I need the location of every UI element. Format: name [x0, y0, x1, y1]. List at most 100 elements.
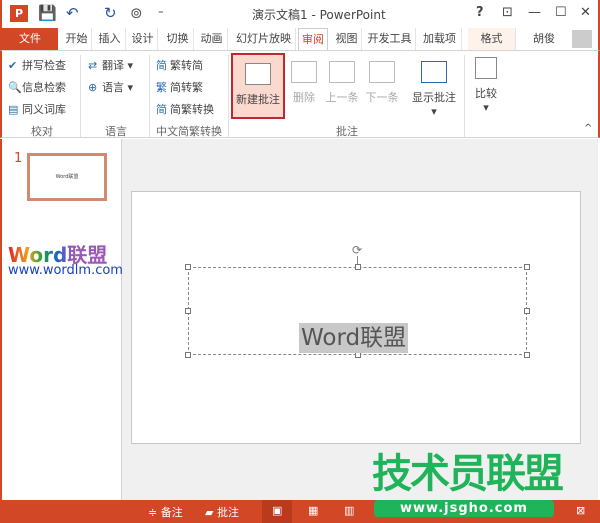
- resize-handle[interactable]: [355, 264, 361, 270]
- label: 同义词库: [22, 103, 66, 116]
- label: 繁转简: [170, 59, 203, 72]
- previous-comment-button[interactable]: 上一条: [323, 61, 361, 105]
- new-comment-button[interactable]: 新建批注: [231, 53, 285, 119]
- label: 简繁转换: [170, 103, 214, 116]
- text-box[interactable]: Word联盟: [185, 264, 530, 358]
- tab-design[interactable]: 设计: [128, 28, 158, 50]
- new-comment-icon: [245, 63, 271, 85]
- customize-toolbar-icon[interactable]: ⁼: [158, 7, 164, 20]
- label: 备注: [160, 506, 183, 519]
- minimize-button[interactable]: —: [528, 5, 541, 20]
- reading-view-icon[interactable]: ▥: [344, 504, 354, 517]
- compare-button[interactable]: 比较 ▾: [470, 57, 502, 114]
- label: 批注: [216, 506, 239, 519]
- window-title: 演示文稿1 - PowerPoint: [252, 8, 386, 22]
- fit-slide-icon[interactable]: ⊠: [576, 504, 585, 517]
- divider: [228, 55, 229, 137]
- slide-thumbnail-pane: 1 Word联盟 Word联盟 www.wordlm.com: [0, 139, 123, 500]
- label: 上一条: [325, 91, 359, 104]
- user-name[interactable]: 胡俊: [526, 28, 562, 50]
- tab-addins[interactable]: 加载项: [418, 28, 462, 50]
- spelling-icon: ✔: [8, 59, 18, 72]
- powerpoint-app-icon: P: [10, 5, 28, 22]
- tab-insert[interactable]: 插入: [94, 28, 126, 50]
- translate-button[interactable]: ⇄ 翻译 ▾: [88, 57, 133, 73]
- language-button[interactable]: ⊕ 语言 ▾: [88, 79, 133, 95]
- resize-handle[interactable]: [185, 352, 191, 358]
- slide-text-selected[interactable]: Word联盟: [299, 323, 409, 353]
- notes-button[interactable]: ≑ 备注: [148, 504, 183, 520]
- undo-icon[interactable]: ↶: [66, 4, 79, 22]
- thesaurus-button[interactable]: ▤ 同义词库: [8, 101, 66, 117]
- avatar[interactable]: [572, 30, 592, 48]
- title-bar: P 💾 ↶ ↻ ⊚ ⁼ 演示文稿1 - PowerPoint ? ⊡ — ☐ ✕: [0, 0, 600, 28]
- resize-handle[interactable]: [524, 264, 530, 270]
- tab-home[interactable]: 开始: [62, 28, 92, 50]
- label: 语言: [102, 81, 124, 94]
- collapse-ribbon-icon[interactable]: ^: [584, 123, 592, 134]
- spelling-button[interactable]: ✔ 拼写检查: [8, 57, 66, 73]
- divider: [80, 55, 81, 137]
- tab-developer[interactable]: 开发工具: [364, 28, 416, 50]
- group-label: 校对: [31, 125, 53, 138]
- label: 简转繁: [170, 81, 203, 94]
- tab-view[interactable]: 视图: [332, 28, 362, 50]
- tab-slideshow[interactable]: 幻灯片放映: [232, 28, 296, 50]
- group-label: 批注: [336, 125, 358, 138]
- trad-to-simp-button[interactable]: 简繁转简: [156, 57, 203, 73]
- jsgho-url: www.jsgho.com: [374, 500, 554, 517]
- label: 信息检索: [22, 81, 66, 94]
- tab-format[interactable]: 格式: [468, 28, 516, 50]
- show-comments-button[interactable]: 显示批注 ▾: [408, 61, 460, 118]
- label: 删除: [293, 91, 315, 104]
- group-label: 语言: [105, 125, 127, 138]
- trad-to-simp-icon: 简: [156, 59, 167, 72]
- divider: [464, 55, 465, 137]
- normal-view-icon: ▣: [272, 504, 283, 517]
- compare-icon: [475, 57, 497, 79]
- ribbon: ✔ 拼写检查 🔍信息检索 ▤ 同义词库 校对 ⇄ 翻译 ▾ ⊕ 语言 ▾ 语言 简繁转简…: [0, 50, 600, 138]
- presenter-icon[interactable]: ⊚: [130, 4, 143, 22]
- label: 新建批注: [236, 93, 280, 106]
- label: 显示批注: [412, 91, 456, 104]
- resize-handle[interactable]: [524, 308, 530, 314]
- delete-comment-button[interactable]: 删除: [287, 61, 321, 105]
- resize-handle[interactable]: [524, 352, 530, 358]
- tab-animations[interactable]: 动画: [196, 28, 228, 50]
- thesaurus-icon: ▤: [8, 103, 19, 116]
- language-icon: ⊕: [88, 81, 98, 94]
- next-comment-button[interactable]: 下一条: [363, 61, 401, 105]
- next-icon: [369, 61, 395, 83]
- resize-handle[interactable]: [185, 264, 191, 270]
- conversion-icon: 简: [156, 103, 167, 116]
- slide-sorter-icon[interactable]: ▦: [308, 504, 318, 517]
- maximize-button[interactable]: ☐: [555, 5, 567, 20]
- label: 比较: [475, 87, 497, 100]
- show-comments-icon: [421, 61, 447, 83]
- close-button[interactable]: ✕: [580, 5, 591, 20]
- resize-handle[interactable]: [185, 308, 191, 314]
- redo-icon[interactable]: ↻: [104, 4, 117, 22]
- jsgho-watermark: 技术员联盟: [372, 451, 564, 497]
- tab-review[interactable]: 审阅: [298, 28, 328, 50]
- research-button[interactable]: 🔍信息检索: [8, 79, 66, 95]
- save-icon[interactable]: 💾: [38, 4, 57, 22]
- comments-button[interactable]: ▰ 批注: [205, 504, 239, 520]
- help-button[interactable]: ?: [476, 5, 484, 20]
- tab-file[interactable]: 文件: [2, 28, 58, 50]
- slide-number: 1: [14, 151, 23, 166]
- simp-to-trad-button[interactable]: 繁简转繁: [156, 79, 203, 95]
- simp-to-trad-icon: 繁: [156, 81, 167, 94]
- label: 下一条: [365, 91, 399, 104]
- group-label: 中文简繁转换: [156, 125, 222, 138]
- rotate-handle-icon[interactable]: ⟳: [352, 243, 362, 257]
- ribbon-display-button[interactable]: ⊡: [502, 5, 513, 20]
- research-icon: 🔍: [8, 81, 22, 94]
- tab-transitions[interactable]: 切换: [162, 28, 194, 50]
- divider: [149, 55, 150, 137]
- chinese-conversion-button[interactable]: 简简繁转换: [156, 101, 214, 117]
- label: 翻译: [102, 59, 124, 72]
- slide-thumbnail[interactable]: Word联盟: [27, 153, 107, 201]
- translate-icon: ⇄: [88, 59, 98, 72]
- ribbon-tabs: 文件 开始 插入 设计 切换 动画 幻灯片放映 审阅 视图 开发工具 加载项 格…: [0, 28, 600, 50]
